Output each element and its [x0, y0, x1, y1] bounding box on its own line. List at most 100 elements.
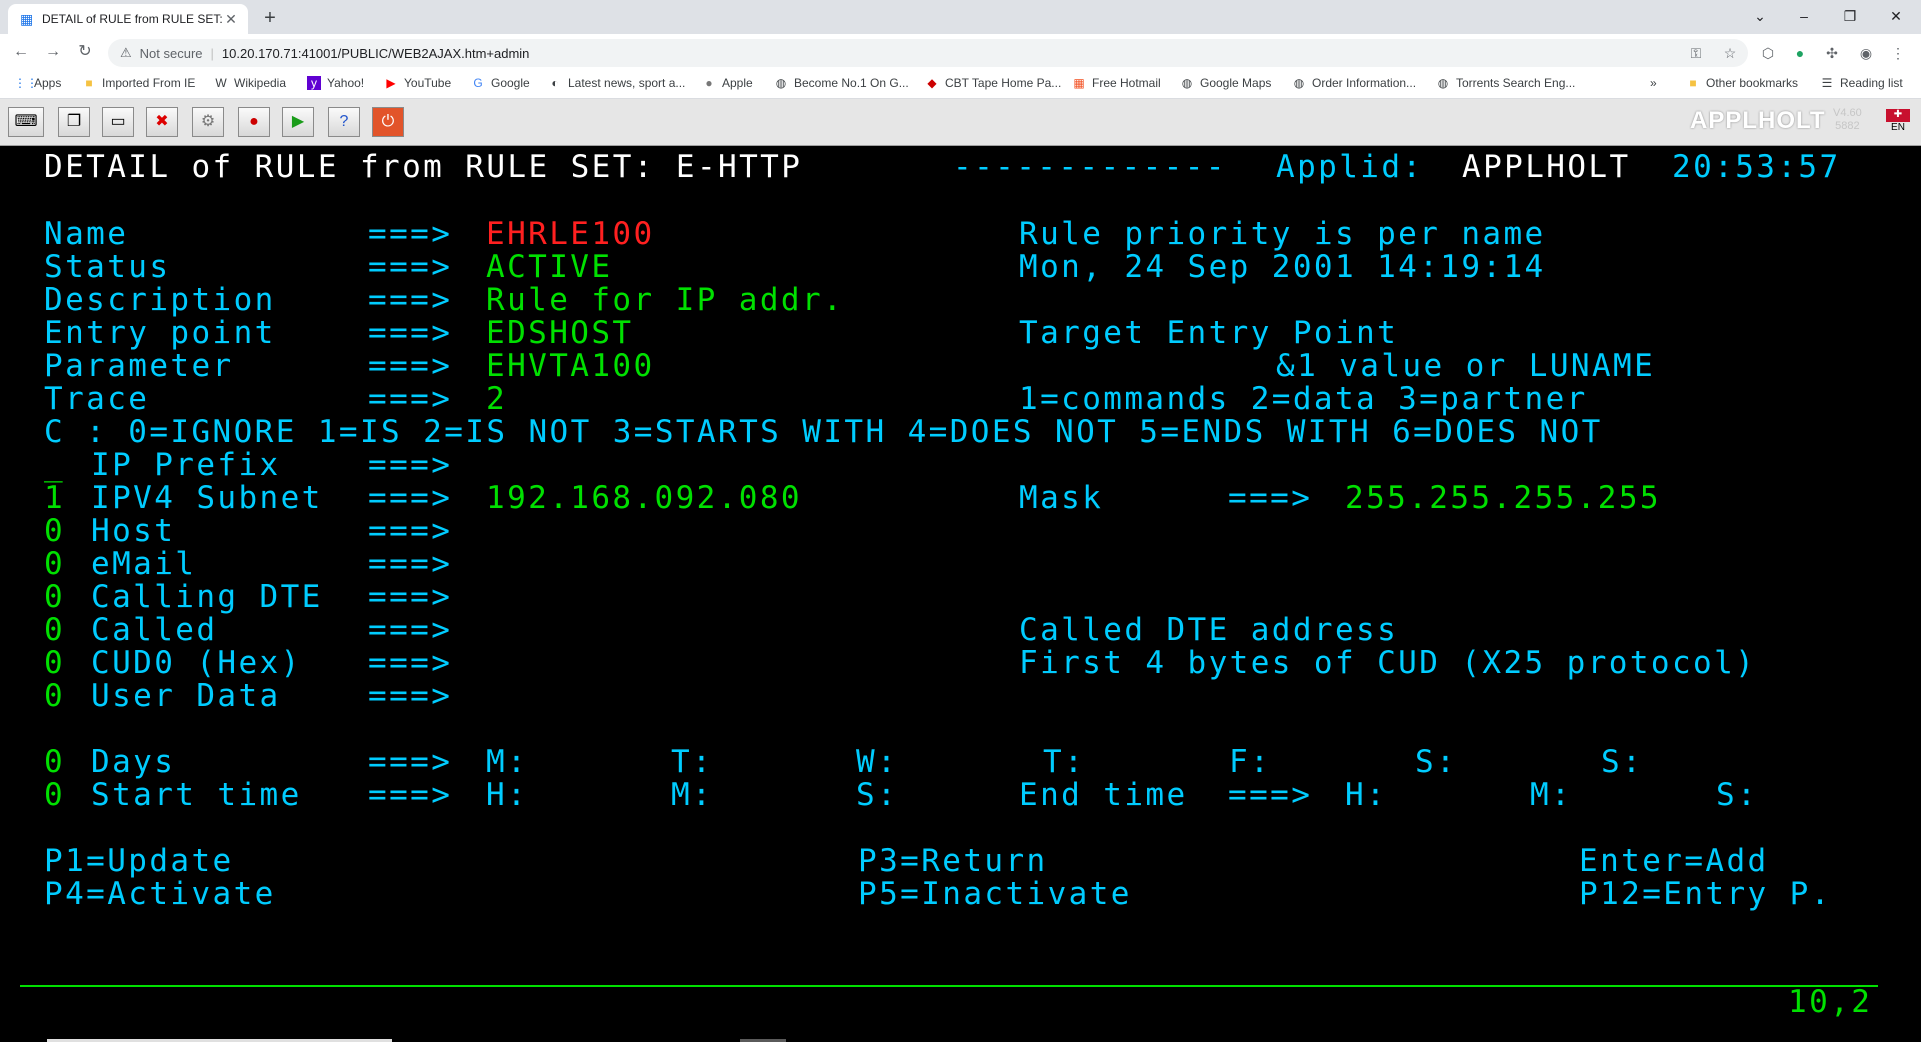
pf5-inactivate-key[interactable]: P5=Inactivate — [858, 878, 1132, 911]
bookmark-become-no1[interactable]: ◍ Become No.1 On G... — [774, 76, 909, 90]
globe-icon: ◍ — [1293, 76, 1305, 90]
help-icon[interactable]: ? — [328, 107, 360, 137]
pf3-return-key[interactable]: P3=Return — [858, 845, 1048, 878]
bookmark-yahoo[interactable]: y Yahoo! — [307, 76, 364, 90]
bookmark-google-maps[interactable]: ◍ Google Maps — [1180, 76, 1272, 90]
url-text[interactable]: 10.20.170.71:41001/PUBLIC/WEB2AJAX.htm+a… — [222, 46, 530, 61]
reading-list-icon: ☰ — [1821, 76, 1833, 90]
not-secure-label[interactable]: Not secure — [140, 46, 203, 61]
forward-arrow-icon[interactable]: → — [42, 42, 64, 62]
keyboard-icon[interactable]: ⌨ — [8, 107, 44, 137]
restore-button[interactable]: ❐ — [1836, 6, 1864, 26]
menu-kebab-icon[interactable]: ⋮ — [1888, 43, 1908, 63]
bookmark-star-icon[interactable]: ☆ — [1720, 43, 1740, 63]
enter-add-key[interactable]: Enter=Add — [1579, 845, 1769, 878]
bookmark-google[interactable]: G Google — [471, 76, 529, 90]
globe-icon: ◍ — [1181, 76, 1193, 90]
record-icon[interactable]: ● — [238, 107, 270, 137]
disconnect-icon[interactable]: ✖ — [146, 107, 178, 137]
bookmark-label: Yahoo! — [327, 76, 365, 90]
condition-code-field[interactable]: 0 — [44, 515, 65, 548]
end-minute-label: M: — [1530, 777, 1573, 813]
copy-icon[interactable]: ❐ — [58, 107, 90, 137]
apple-icon: ● — [705, 76, 713, 90]
bookmark-cbt-tape[interactable]: ◆ CBT Tape Home Pa... — [925, 76, 1061, 90]
cud-help: First 4 bytes of CUD (X25 protocol) — [1019, 645, 1757, 681]
field-arrow: ===> — [368, 546, 453, 582]
version-number: V4.60 — [1833, 107, 1862, 119]
field-arrow: ===> — [368, 315, 453, 351]
browser-tab[interactable]: ▦ DETAIL of RULE from RULE SET: E-HTTP ✕ — [8, 4, 248, 34]
bookmark-torrents-search[interactable]: ◍ Torrents Search Eng... — [1436, 76, 1576, 90]
condition-code-field[interactable]: 0 — [44, 647, 65, 680]
bookmark-order-information[interactable]: ◍ Order Information... — [1292, 76, 1416, 90]
reload-icon[interactable]: ↻ — [74, 42, 96, 62]
pf12-entry-point-key[interactable]: P12=Entry P. — [1579, 878, 1832, 911]
language-flag[interactable]: ✚ EN — [1886, 109, 1910, 135]
field-arrow: ===> — [368, 216, 453, 252]
description-label: Description — [44, 282, 276, 318]
globe-icon: ◍ — [1437, 76, 1449, 90]
bookmark-wikipedia[interactable]: W Wikipedia — [214, 76, 286, 90]
bookmark-label: Apps — [34, 76, 62, 90]
tape-icon: ◆ — [927, 76, 937, 90]
print-icon[interactable]: ▭ — [102, 107, 134, 137]
condition-code-field[interactable]: 0 — [44, 581, 65, 614]
description-field[interactable]: Rule for IP addr. — [486, 284, 844, 317]
bookmark-apple[interactable]: ● Apple — [702, 76, 753, 90]
yahoo-icon: y — [307, 76, 321, 90]
entry-point-field[interactable]: EDSHOST — [486, 317, 633, 350]
bookmark-imported-from-ie[interactable]: ■ Imported From IE — [82, 76, 195, 90]
trace-field[interactable]: 2 — [486, 383, 507, 416]
back-arrow-icon[interactable]: ← — [10, 42, 32, 62]
trace-help: 1=commands 2=data 3=partner — [1019, 381, 1588, 417]
profile-avatar[interactable]: ◉ — [1856, 43, 1876, 63]
address-bar[interactable]: ⚠ Not secure | 10.20.170.71:41001/PUBLIC… — [108, 39, 1748, 67]
bookmark-apps[interactable]: ⋮⋮ Apps — [14, 76, 61, 90]
day-monday-label: M: — [486, 744, 529, 780]
key-icon[interactable]: ⚿ — [1686, 43, 1706, 63]
close-window-button[interactable]: ✕ — [1882, 6, 1910, 26]
tab-search-icon[interactable]: ⌄ — [1746, 6, 1774, 26]
mask-label: Mask — [1019, 480, 1104, 516]
end-time-label: End time — [1019, 777, 1188, 813]
extension-hex-icon[interactable]: ⬡ — [1758, 43, 1778, 63]
parameter-field[interactable]: EHVTA100 — [486, 350, 655, 383]
condition-code-field[interactable]: 0 — [44, 548, 65, 581]
condition-code-field[interactable]: _ — [44, 449, 65, 482]
days-code-field[interactable]: 0 — [44, 746, 65, 779]
bookmark-free-hotmail[interactable]: ▦ Free Hotmail — [1072, 76, 1160, 90]
tab-close-icon[interactable]: ✕ — [222, 11, 240, 28]
power-icon[interactable]: ⏻ — [372, 107, 404, 137]
entry-point-label: Entry point — [44, 315, 276, 351]
other-bookmarks[interactable]: ■ Other bookmarks — [1686, 76, 1798, 90]
bookmark-label: CBT Tape Home Pa... — [945, 76, 1062, 90]
play-icon[interactable]: ▶ — [282, 107, 314, 137]
reading-list[interactable]: ☰ Reading list — [1820, 76, 1903, 90]
field-arrow: ===> — [368, 513, 453, 549]
pf4-activate-key[interactable]: P4=Activate — [44, 878, 276, 911]
condition-code-field[interactable]: 0 — [44, 680, 65, 713]
condition-code-field[interactable]: 1 — [44, 482, 65, 515]
terminal-screen[interactable]: DETAIL of RULE from RULE SET: E-HTTP ---… — [0, 146, 1921, 1042]
ipv4-subnet-field[interactable]: 192.168.092.080 — [486, 482, 802, 515]
pf1-update-key[interactable]: P1=Update — [44, 845, 234, 878]
condition-code-field[interactable]: 0 — [44, 614, 65, 647]
condition-legend: C : 0=IGNORE 1=IS 2=IS NOT 3=STARTS WITH… — [44, 414, 1603, 450]
bookmark-label: Apple — [722, 76, 753, 90]
field-arrow: ===> — [368, 480, 453, 516]
bookmark-latest-news[interactable]: ◐ Latest news, sport a... — [548, 76, 685, 90]
bookmarks-overflow-button[interactable]: » — [1650, 76, 1657, 90]
new-tab-button[interactable]: + — [258, 6, 282, 30]
called-dte-help: Called DTE address — [1019, 612, 1399, 648]
bookmark-youtube[interactable]: ▶ YouTube — [384, 76, 451, 90]
start-time-code-field[interactable]: 0 — [44, 779, 65, 812]
settings-gear-icon[interactable]: ⚙ — [192, 107, 224, 137]
extensions-puzzle-icon[interactable]: ✣ — [1822, 43, 1842, 63]
mask-field[interactable]: 255.255.255.255 — [1345, 482, 1661, 515]
field-arrow: ===> — [1228, 777, 1313, 813]
bookmark-label: Torrents Search Eng... — [1456, 76, 1576, 90]
minimize-button[interactable]: – — [1790, 6, 1818, 26]
name-field[interactable]: EHRLE100 — [486, 218, 655, 251]
grammarly-icon[interactable]: ● — [1790, 43, 1810, 63]
